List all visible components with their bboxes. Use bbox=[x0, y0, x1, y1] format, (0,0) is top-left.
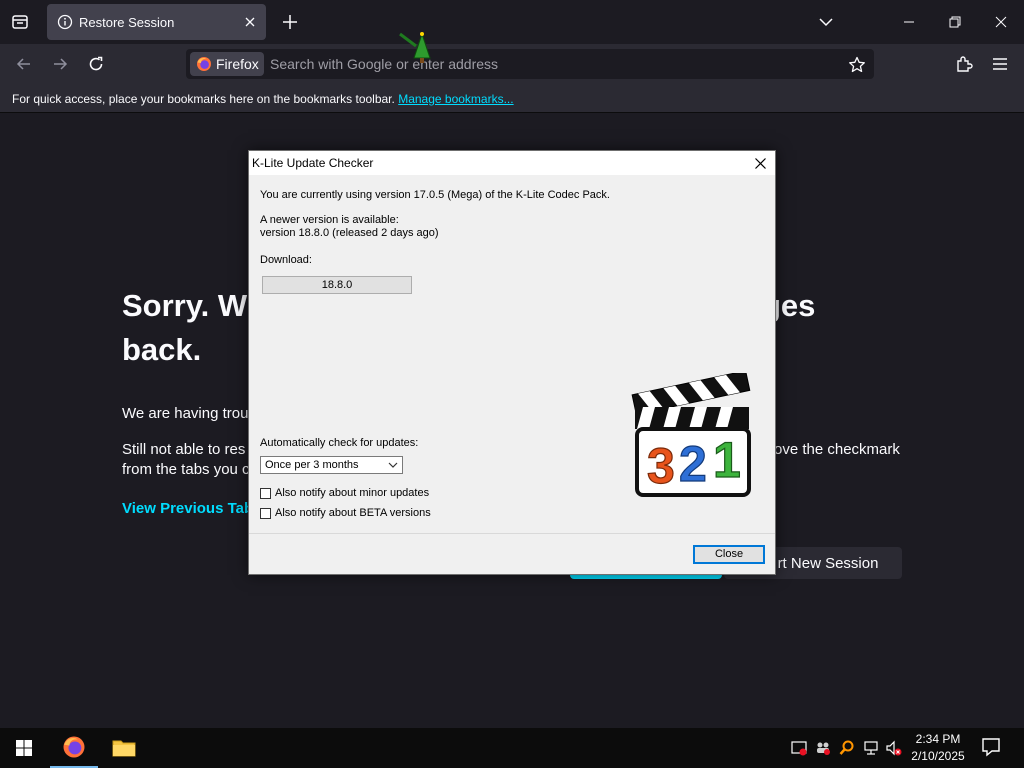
windows-logo-icon bbox=[16, 740, 32, 756]
klite-update-dialog: K-Lite Update Checker You are currently … bbox=[248, 150, 776, 575]
beta-versions-checkbox[interactable] bbox=[260, 507, 271, 519]
title-fragment-left: Sorry. W bbox=[122, 288, 248, 323]
auto-check-label: Automatically check for updates: bbox=[260, 437, 419, 449]
tree-cursor-icon bbox=[399, 32, 431, 63]
download-label: Download: bbox=[260, 254, 312, 266]
close-icon bbox=[995, 16, 1007, 28]
app-menu-button[interactable] bbox=[986, 50, 1014, 78]
logo-digit-3: 3 bbox=[647, 438, 675, 494]
help-text-line1-right: ove the checkmark bbox=[774, 441, 900, 458]
reload-button[interactable] bbox=[82, 50, 110, 78]
notification-center-icon[interactable] bbox=[980, 736, 1002, 758]
close-icon bbox=[245, 17, 255, 27]
update-frequency-value: Once per 3 months bbox=[265, 459, 359, 471]
beta-versions-label: Also notify about BETA versions bbox=[275, 507, 431, 519]
dialog-titlebar[interactable]: K-Lite Update Checker bbox=[249, 151, 775, 175]
tab-restore-session[interactable]: Restore Session bbox=[47, 4, 266, 40]
logo-digit-1: 1 bbox=[713, 432, 741, 488]
update-frequency-select[interactable]: Once per 3 months bbox=[260, 456, 403, 474]
start-new-session-label: rt New Session bbox=[777, 554, 879, 572]
logo-digit-2: 2 bbox=[679, 436, 707, 492]
taskbar-firefox[interactable] bbox=[50, 728, 98, 768]
bookmarks-toolbar: For quick access, place your bookmarks h… bbox=[0, 84, 1024, 113]
extensions-button[interactable] bbox=[950, 50, 978, 78]
minimize-icon bbox=[904, 21, 914, 23]
dialog-title: K-Lite Update Checker bbox=[252, 156, 374, 170]
forward-button[interactable] bbox=[46, 50, 74, 78]
manage-bookmarks-link[interactable]: Manage bookmarks... bbox=[398, 92, 513, 106]
puzzle-icon bbox=[957, 56, 973, 72]
hamburger-icon bbox=[993, 58, 1007, 70]
newer-version-detail: version 18.8.0 (released 2 days ago) bbox=[260, 227, 439, 239]
network-tray-icon[interactable] bbox=[863, 740, 879, 756]
search-tray-icon[interactable] bbox=[839, 740, 855, 756]
firefox-view-button[interactable] bbox=[4, 6, 36, 38]
beta-versions-option[interactable]: Also notify about BETA versions bbox=[260, 506, 431, 520]
arrow-left-icon bbox=[16, 58, 30, 70]
reload-icon bbox=[89, 56, 103, 71]
restore-down-button[interactable] bbox=[932, 0, 978, 44]
bookmarks-hint: For quick access, place your bookmarks h… bbox=[12, 92, 514, 106]
firefox-logo-icon bbox=[63, 736, 85, 758]
minor-updates-checkbox[interactable] bbox=[260, 487, 271, 499]
clock-date: 2/10/2025 bbox=[911, 749, 965, 763]
new-tab-button[interactable] bbox=[278, 10, 302, 34]
firefox-logo-icon bbox=[197, 57, 211, 71]
tab-close-button[interactable] bbox=[240, 12, 260, 32]
firefox-view-icon bbox=[12, 15, 28, 29]
dialog-close-x-button[interactable] bbox=[745, 151, 775, 175]
bookmark-star-button[interactable] bbox=[846, 54, 868, 76]
identity-box[interactable]: Firefox bbox=[190, 52, 264, 76]
security-tray-icon[interactable] bbox=[791, 740, 807, 756]
window-close-button[interactable] bbox=[978, 0, 1024, 44]
close-icon bbox=[754, 157, 766, 169]
start-button[interactable] bbox=[0, 728, 48, 768]
star-icon bbox=[849, 56, 865, 73]
url-input[interactable] bbox=[270, 52, 830, 76]
taskbar bbox=[0, 728, 1024, 768]
info-icon bbox=[57, 14, 73, 30]
download-button[interactable]: 18.8.0 bbox=[262, 276, 412, 294]
klite-321-logo: 3 2 1 bbox=[631, 373, 751, 497]
back-button[interactable] bbox=[10, 50, 38, 78]
plus-icon bbox=[283, 15, 297, 29]
arrow-right-icon bbox=[54, 58, 68, 70]
folder-icon bbox=[112, 740, 136, 757]
minor-updates-label: Also notify about minor updates bbox=[275, 487, 430, 499]
minor-updates-option[interactable]: Also notify about minor updates bbox=[260, 486, 429, 500]
tab-bar: Restore Session bbox=[0, 0, 1024, 44]
identity-label: Firefox bbox=[216, 56, 259, 72]
people-tray-icon[interactable] bbox=[815, 740, 831, 756]
dialog-close-button[interactable]: Close bbox=[693, 545, 765, 564]
taskbar-file-explorer[interactable] bbox=[100, 728, 148, 768]
tab-title: Restore Session bbox=[79, 14, 175, 30]
chevron-down-icon bbox=[819, 18, 833, 27]
view-previous-tabs-link[interactable]: View Previous Tabs bbox=[122, 500, 262, 517]
list-all-tabs-button[interactable] bbox=[814, 10, 838, 34]
clock-time: 2:34 PM bbox=[915, 732, 961, 746]
volume-muted-icon[interactable] bbox=[886, 740, 902, 756]
minimize-button[interactable] bbox=[886, 0, 932, 44]
bookmarks-message: For quick access, place your bookmarks h… bbox=[12, 92, 395, 106]
current-version-text: You are currently using version 17.0.5 (… bbox=[260, 189, 610, 201]
newer-version-label: A newer version is available: bbox=[260, 214, 399, 226]
help-text-line1-left: Still not able to res bbox=[122, 441, 246, 458]
restore-icon bbox=[949, 16, 961, 28]
taskbar-clock[interactable]: 2:34 PM 2/10/2025 bbox=[906, 731, 970, 765]
chevron-down-icon bbox=[388, 462, 398, 468]
